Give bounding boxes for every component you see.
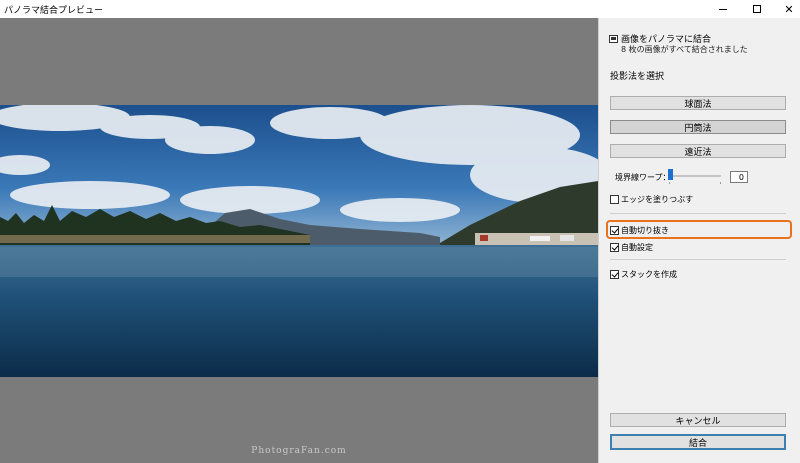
- watermark-text: PhotograFan.com: [251, 446, 347, 456]
- create-stack-checkbox[interactable]: [610, 270, 619, 279]
- panorama-image: [0, 105, 598, 377]
- minimize-button[interactable]: [706, 0, 740, 18]
- auto-crop-label: 自動切り抜き: [621, 226, 669, 235]
- panorama-icon: [609, 34, 618, 43]
- fill-edges-checkbox[interactable]: [610, 195, 619, 204]
- boundary-warp-input[interactable]: 0: [730, 171, 748, 183]
- separator: [610, 213, 786, 214]
- spherical-button[interactable]: 球面法: [610, 96, 786, 110]
- maximize-icon: [753, 5, 761, 13]
- auto-settings-option[interactable]: 自動設定: [610, 242, 653, 253]
- slider-ticks: [669, 182, 721, 184]
- auto-settings-checkbox[interactable]: [610, 243, 619, 252]
- create-stack-option[interactable]: スタックを作成: [610, 269, 677, 280]
- boundary-warp-slider-track[interactable]: [669, 175, 721, 177]
- panel-subtitle: 8 枚の画像がすべて結合されました: [621, 45, 748, 54]
- fill-edges-option[interactable]: エッジを塗りつぶす: [610, 194, 693, 205]
- settings-panel: 画像をパノラマに結合 8 枚の画像がすべて結合されました 投影法を選択 球面法 …: [599, 18, 800, 463]
- close-button[interactable]: ✕: [772, 0, 800, 18]
- perspective-button[interactable]: 遠近法: [610, 144, 786, 158]
- auto-settings-label: 自動設定: [621, 243, 653, 252]
- cylindrical-button[interactable]: 円筒法: [610, 120, 786, 134]
- title-bar: パノラマ結合プレビュー ✕: [0, 0, 800, 18]
- boundary-warp-slider-thumb[interactable]: [668, 169, 673, 180]
- maximize-button[interactable]: [740, 0, 774, 18]
- window-title: パノラマ結合プレビュー: [4, 6, 104, 16]
- boundary-warp-label: 境界線ワープ：: [615, 173, 671, 182]
- merge-button[interactable]: 結合: [610, 434, 786, 450]
- projection-section-label: 投影法を選択: [610, 72, 665, 82]
- panorama-preview-area: PhotograFan.com: [0, 18, 598, 463]
- separator: [610, 259, 786, 260]
- close-icon: ✕: [784, 2, 794, 16]
- auto-crop-checkbox[interactable]: [610, 226, 619, 235]
- minimize-icon: [719, 8, 727, 10]
- fill-edges-label: エッジを塗りつぶす: [621, 195, 694, 204]
- auto-crop-option[interactable]: 自動切り抜き: [610, 225, 669, 236]
- cancel-button[interactable]: キャンセル: [610, 413, 786, 427]
- create-stack-label: スタックを作成: [621, 270, 677, 279]
